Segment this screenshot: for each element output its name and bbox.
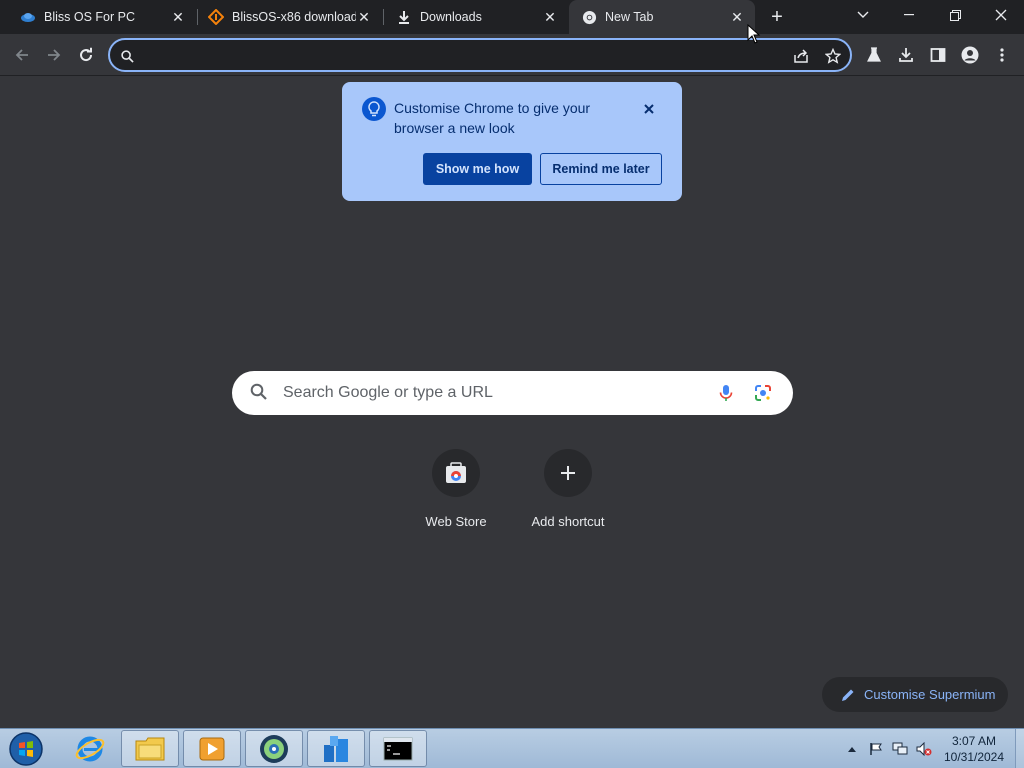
back-arrow-icon — [15, 49, 28, 61]
customise-label: Customise Supermium — [864, 687, 996, 702]
tab-downloads[interactable]: Downloads ✕ — [384, 0, 568, 34]
chevron-up-icon[interactable] — [843, 740, 861, 758]
network-icon[interactable] — [891, 740, 909, 758]
customise-supermium-button[interactable]: Customise Supermium — [822, 677, 1008, 712]
show-me-how-button[interactable]: Show me how — [423, 153, 532, 185]
tab-title: Bliss OS For PC — [44, 10, 135, 24]
close-icon[interactable]: ✕ — [542, 9, 558, 25]
tab-new-tab[interactable]: New Tab ✕ — [569, 0, 755, 34]
tab-search-button[interactable] — [840, 0, 886, 30]
promo-message: Customise Chrome to give your browser a … — [394, 100, 591, 136]
lightbulb-icon — [362, 97, 386, 121]
volume-muted-icon[interactable] — [915, 740, 933, 758]
close-icon[interactable]: ✕ — [356, 9, 372, 25]
taskbar-app-store[interactable] — [307, 730, 365, 767]
share-icon[interactable] — [792, 47, 810, 65]
show-desktop-button[interactable] — [1015, 729, 1024, 768]
search-icon — [250, 383, 270, 403]
tab-bliss-os[interactable]: Bliss OS For PC ✕ — [0, 0, 196, 34]
supermium-browser-icon — [260, 734, 288, 763]
reload-button[interactable] — [72, 41, 100, 69]
forward-button[interactable] — [40, 41, 68, 69]
windows-taskbar: 3:07 AM 10/31/2024 — [0, 728, 1024, 768]
close-icon — [995, 9, 1007, 21]
close-icon[interactable] — [640, 100, 658, 118]
restore-button[interactable] — [932, 0, 978, 30]
taskbar-command-prompt[interactable] — [369, 730, 427, 767]
file-explorer-icon — [135, 737, 165, 760]
shortcut-tile — [432, 449, 480, 497]
google-lens-icon[interactable] — [753, 383, 773, 403]
plus-icon — [561, 466, 575, 480]
web-store-icon — [446, 462, 466, 483]
internet-explorer-icon — [75, 736, 105, 761]
shortcut-tile — [544, 449, 592, 497]
tab-title: BlissOS-x86 download — [232, 10, 356, 24]
search-icon — [118, 47, 136, 65]
forward-arrow-icon — [48, 49, 61, 61]
minimize-button[interactable] — [886, 0, 932, 30]
customise-chrome-promo: Customise Chrome to give your browser a … — [342, 82, 682, 201]
tab-blissos-download[interactable]: BlissOS-x86 download ✕ — [198, 0, 382, 34]
system-clock[interactable]: 3:07 AM 10/31/2024 — [938, 733, 1010, 765]
ntp-search-box[interactable] — [232, 371, 793, 415]
downloads-button[interactable] — [892, 41, 920, 69]
taskbar-internet-explorer[interactable] — [61, 730, 119, 767]
minimize-icon — [904, 14, 914, 16]
shortcut-label: Web Store — [425, 514, 487, 529]
close-icon[interactable]: ✕ — [729, 9, 745, 25]
system-tray — [843, 729, 939, 768]
action-center-flag-icon[interactable] — [867, 740, 885, 758]
new-tab-button[interactable]: + — [766, 6, 788, 28]
tab-title: New Tab — [605, 10, 654, 24]
shortcut-web-store[interactable]: Web Store — [400, 449, 512, 539]
download-icon — [396, 9, 412, 25]
pencil-icon — [842, 689, 854, 701]
remind-me-later-button[interactable]: Remind me later — [540, 153, 662, 185]
media-player-icon — [199, 737, 225, 760]
windows-start-icon — [9, 732, 43, 766]
bookmark-star-icon[interactable] — [824, 47, 842, 65]
chevron-down-icon — [857, 11, 869, 18]
taskbar-file-explorer[interactable] — [121, 730, 179, 767]
side-panel-button[interactable] — [924, 41, 952, 69]
reload-icon — [80, 47, 93, 62]
tab-strip: Bliss OS For PC ✕ BlissOS-x86 download ✕… — [0, 0, 1024, 34]
command-prompt-icon — [383, 737, 413, 760]
clock-time: 3:07 AM — [951, 734, 997, 748]
close-window-button[interactable] — [978, 0, 1024, 30]
tab-title: Downloads — [420, 10, 482, 24]
close-icon[interactable]: ✕ — [170, 9, 186, 25]
toolbar — [0, 34, 1024, 76]
start-button[interactable] — [6, 731, 46, 767]
omnibox[interactable] — [108, 38, 852, 72]
app-store-icon — [324, 735, 348, 762]
profile-button[interactable] — [956, 41, 984, 69]
shortcut-label: Add shortcut — [531, 514, 605, 529]
microphone-icon[interactable] — [716, 383, 736, 403]
blissos-icon — [20, 9, 36, 25]
chrome-icon — [581, 9, 597, 25]
taskbar-supermium[interactable] — [245, 730, 303, 767]
ntp-search-input[interactable] — [283, 382, 703, 404]
kebab-menu-icon — [1000, 48, 1004, 62]
sourceforge-icon — [208, 9, 224, 25]
mouse-cursor-icon — [747, 24, 761, 44]
taskbar-media-player[interactable] — [183, 730, 241, 767]
clock-date: 10/31/2024 — [943, 750, 1005, 764]
omnibox-input[interactable] — [140, 44, 780, 66]
back-button[interactable] — [8, 41, 36, 69]
side-panel-icon — [930, 48, 946, 62]
restore-icon — [949, 9, 961, 21]
profile-icon — [961, 46, 979, 64]
labs-button[interactable] — [860, 41, 888, 69]
flask-icon — [867, 47, 881, 62]
add-shortcut-button[interactable]: Add shortcut — [512, 449, 624, 539]
menu-button[interactable] — [988, 41, 1016, 69]
download-icon — [899, 48, 913, 62]
